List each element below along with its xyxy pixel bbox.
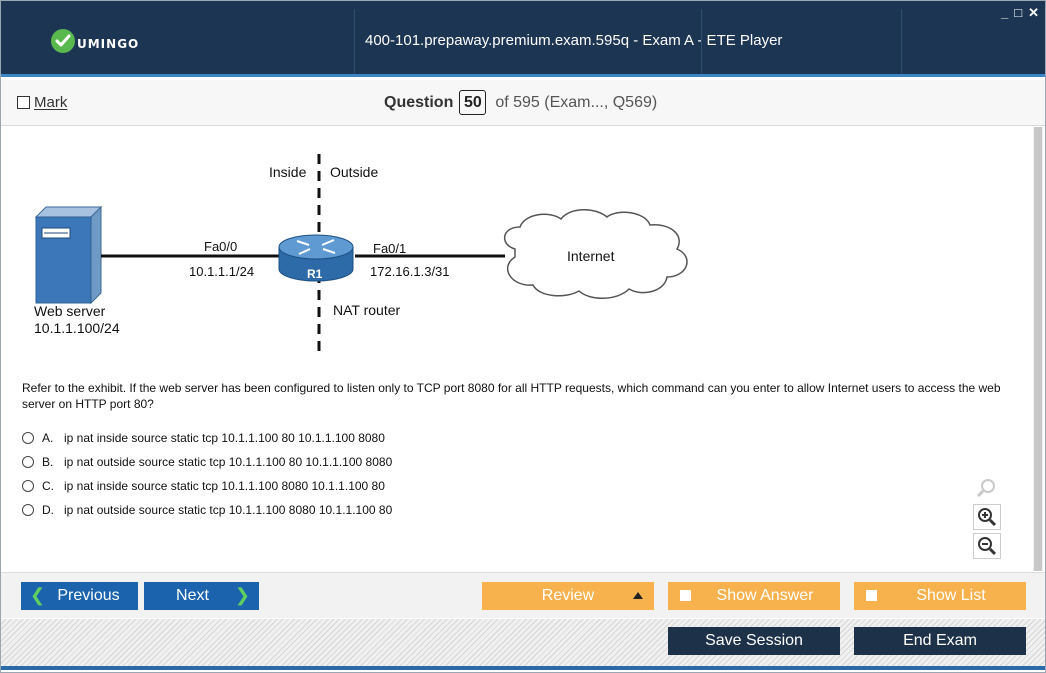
title-separator xyxy=(354,9,355,73)
answer-options: A. ip nat inside source static tcp 10.1.… xyxy=(22,426,392,522)
end-exam-label: End Exam xyxy=(903,632,977,649)
checkmark-icon xyxy=(51,29,75,53)
fa01-ip: 172.16.1.3/31 xyxy=(370,264,450,279)
next-label: Next xyxy=(176,587,209,604)
footer-bar: Save Session End Exam xyxy=(1,619,1045,666)
radio-button-icon[interactable] xyxy=(22,456,34,468)
question-count: of 595 (Exam..., Q569) xyxy=(495,93,658,111)
window-controls: _ □ ✕ xyxy=(1001,5,1039,21)
previous-button[interactable]: ❮ Previous xyxy=(21,582,138,610)
question-number-input[interactable]: 50 xyxy=(459,90,487,115)
next-button[interactable]: Next ❯ xyxy=(144,582,259,610)
internet-label: Internet xyxy=(567,248,615,264)
show-answer-button[interactable]: Show Answer xyxy=(668,582,840,610)
radio-button-icon[interactable] xyxy=(22,480,34,492)
option-letter: A. xyxy=(42,431,54,445)
radio-button-icon[interactable] xyxy=(22,432,34,444)
mark-label[interactable]: Mark xyxy=(34,94,67,111)
web-server-icon xyxy=(34,205,103,305)
checkbox-icon[interactable] xyxy=(866,590,877,601)
option-letter: C. xyxy=(42,479,54,493)
review-button[interactable]: Review xyxy=(482,582,654,610)
show-list-button[interactable]: Show List xyxy=(854,582,1026,610)
option-a[interactable]: A. ip nat inside source static tcp 10.1.… xyxy=(22,426,392,450)
option-text[interactable]: ip nat outside source static tcp 10.1.1.… xyxy=(64,503,392,517)
show-list-label: Show List xyxy=(916,587,986,604)
review-label: Review xyxy=(541,587,595,604)
option-letter: D. xyxy=(42,503,54,517)
server-ip: 10.1.1.100/24 xyxy=(34,320,120,336)
question-content: Inside Outside Web server 10.1.1.100/24 … xyxy=(5,127,1033,571)
scrollbar-thumb[interactable] xyxy=(1034,127,1042,571)
option-b[interactable]: B. ip nat outside source static tcp 10.1… xyxy=(22,450,392,474)
save-session-button[interactable]: Save Session xyxy=(668,627,840,655)
previous-label: Previous xyxy=(57,587,120,604)
network-exhibit: Inside Outside Web server 10.1.1.100/24 … xyxy=(34,154,688,357)
window-title: 400-101.prepaway.premium.exam.595q - Exa… xyxy=(365,32,783,49)
server-name: Web server xyxy=(34,303,106,319)
mark-checkbox[interactable]: Mark xyxy=(17,94,67,111)
chevron-left-icon: ❮ xyxy=(30,585,46,605)
option-d[interactable]: D. ip nat outside source static tcp 10.1… xyxy=(22,498,392,522)
logo-text: UMINGO xyxy=(77,37,140,51)
title-bar: UMINGO 400-101.prepaway.premium.exam.595… xyxy=(1,1,1045,77)
navigation-bar: ❮ Previous Next ❯ Review Show Answer Sho… xyxy=(1,572,1045,618)
zoom-controls xyxy=(973,475,1003,562)
checkbox-icon[interactable] xyxy=(680,590,691,601)
question-label: Question xyxy=(384,93,454,111)
close-icon[interactable]: ✕ xyxy=(1028,5,1039,21)
title-separator xyxy=(901,9,902,73)
zoom-in-icon[interactable] xyxy=(973,504,1001,530)
zoom-out-icon[interactable] xyxy=(973,533,1001,559)
caret-up-icon[interactable] xyxy=(633,592,643,599)
zoom-fit-icon[interactable] xyxy=(973,475,1001,501)
title-separator xyxy=(701,9,702,73)
bottom-accent-line xyxy=(1,666,1045,670)
ete-player-window: UMINGO 400-101.prepaway.premium.exam.595… xyxy=(0,0,1046,673)
question-text: Refer to the exhibit. If the web server … xyxy=(22,381,1001,411)
radio-button-icon[interactable] xyxy=(22,504,34,516)
question-indicator: Question 50 of 595 (Exam..., Q569) xyxy=(384,90,657,115)
end-exam-button[interactable]: End Exam xyxy=(854,627,1026,655)
show-answer-label: Show Answer xyxy=(716,587,814,604)
maximize-icon[interactable]: □ xyxy=(1014,5,1022,21)
vertical-scrollbar[interactable] xyxy=(1033,127,1043,571)
chevron-right-icon: ❯ xyxy=(234,585,250,605)
inside-label: Inside xyxy=(269,164,307,180)
option-text[interactable]: ip nat inside source static tcp 10.1.1.1… xyxy=(64,479,385,493)
nat-router-label: NAT router xyxy=(333,302,401,318)
outside-label: Outside xyxy=(330,164,378,180)
checkbox-icon[interactable] xyxy=(17,96,30,109)
option-text[interactable]: ip nat outside source static tcp 10.1.1.… xyxy=(64,455,392,469)
option-text[interactable]: ip nat inside source static tcp 10.1.1.1… xyxy=(64,431,385,445)
vumingo-logo: UMINGO xyxy=(51,27,139,55)
minimize-icon[interactable]: _ xyxy=(1001,5,1008,21)
option-c[interactable]: C. ip nat inside source static tcp 10.1.… xyxy=(22,474,392,498)
option-letter: B. xyxy=(42,455,54,469)
fa00-ip: 10.1.1.1/24 xyxy=(189,264,254,279)
save-session-label: Save Session xyxy=(705,632,803,649)
question-header: Mark Question 50 of 595 (Exam..., Q569) xyxy=(1,80,1045,126)
fa00-label: Fa0/0 xyxy=(204,239,237,254)
router-label: R1 xyxy=(307,267,323,281)
fa01-label: Fa0/1 xyxy=(373,241,406,256)
